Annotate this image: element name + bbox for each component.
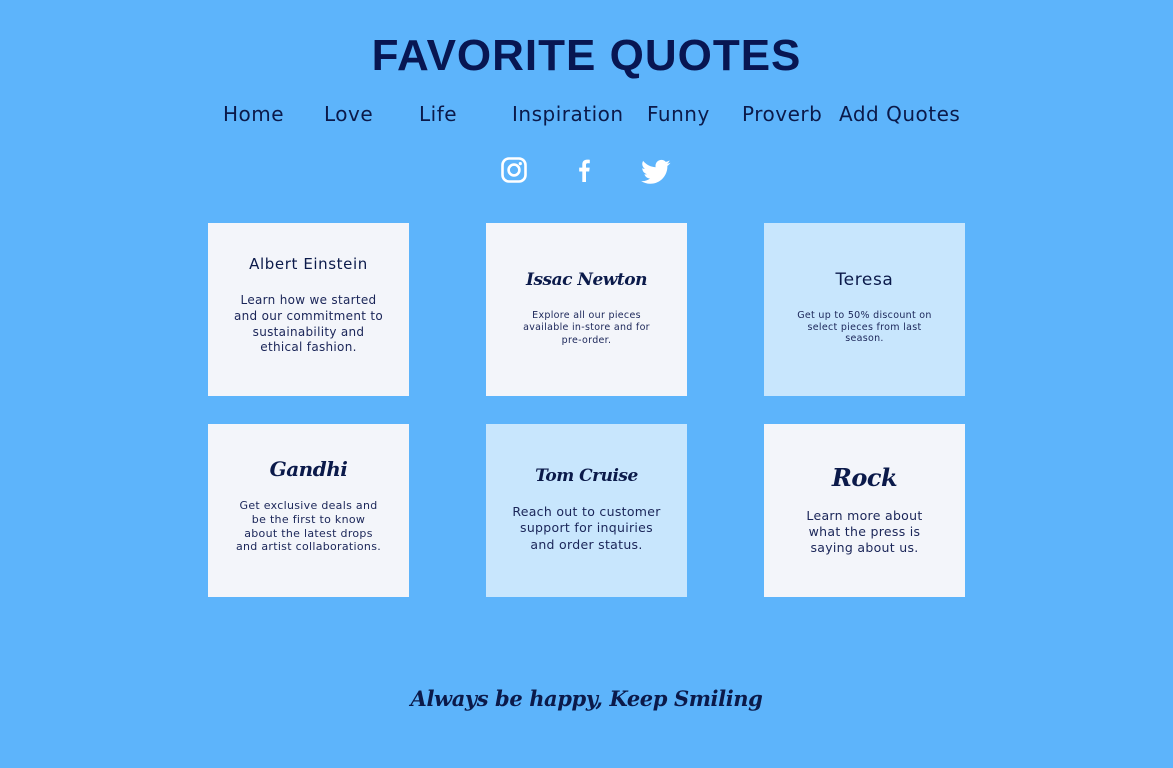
nav-item-home[interactable]: Home: [223, 101, 284, 127]
nav-item-funny[interactable]: Funny: [647, 101, 710, 127]
card-author-name: Teresa: [835, 270, 894, 291]
quote-card-gandhi[interactable]: Gandhi Get exclusive deals and be the fi…: [208, 424, 409, 597]
card-author-name: Gandhi: [269, 457, 348, 481]
page-title: FAVORITE QUOTES: [371, 31, 802, 80]
card-description: Learn how we started and our commitment …: [234, 293, 383, 355]
quote-card-rock[interactable]: Rock Learn more about what the press is …: [764, 424, 965, 597]
facebook-icon[interactable]: [576, 155, 592, 185]
card-description: Reach out to customer support for inquir…: [512, 504, 661, 552]
card-author-name: Issac Newton: [526, 269, 647, 290]
nav-item-add-quotes[interactable]: Add Quotes: [839, 101, 960, 127]
card-description: Learn more about what the press is sayin…: [806, 507, 923, 556]
card-description: Explore all our pieces available in-stor…: [523, 309, 650, 346]
card-description: Get up to 50% discount on select pieces …: [797, 310, 932, 345]
quote-card-issac-newton[interactable]: Issac Newton Explore all our pieces avai…: [486, 223, 687, 396]
card-description: Get exclusive deals and be the first to …: [235, 499, 382, 554]
main-nav: Home Love Life Inspiration Funny Proverb…: [0, 101, 1173, 127]
nav-item-life[interactable]: Life: [419, 101, 457, 127]
card-author-name: Albert Einstein: [249, 255, 368, 274]
quote-card-teresa[interactable]: Teresa Get up to 50% discount on select …: [764, 223, 965, 396]
card-author-name: Tom Cruise: [535, 466, 638, 487]
twitter-icon[interactable]: [641, 155, 671, 185]
instagram-icon[interactable]: [501, 155, 527, 185]
nav-item-proverb[interactable]: Proverb: [742, 101, 822, 127]
nav-item-love[interactable]: Love: [324, 101, 373, 127]
quote-card-tom-cruise[interactable]: Tom Cruise Reach out to customer support…: [486, 424, 687, 597]
footer-tagline: Always be happy, Keep Smiling: [410, 686, 763, 711]
quote-card-albert-einstein[interactable]: Albert Einstein Learn how we started and…: [208, 223, 409, 396]
card-author-name: Rock: [831, 462, 898, 492]
nav-item-inspiration[interactable]: Inspiration: [512, 101, 624, 127]
